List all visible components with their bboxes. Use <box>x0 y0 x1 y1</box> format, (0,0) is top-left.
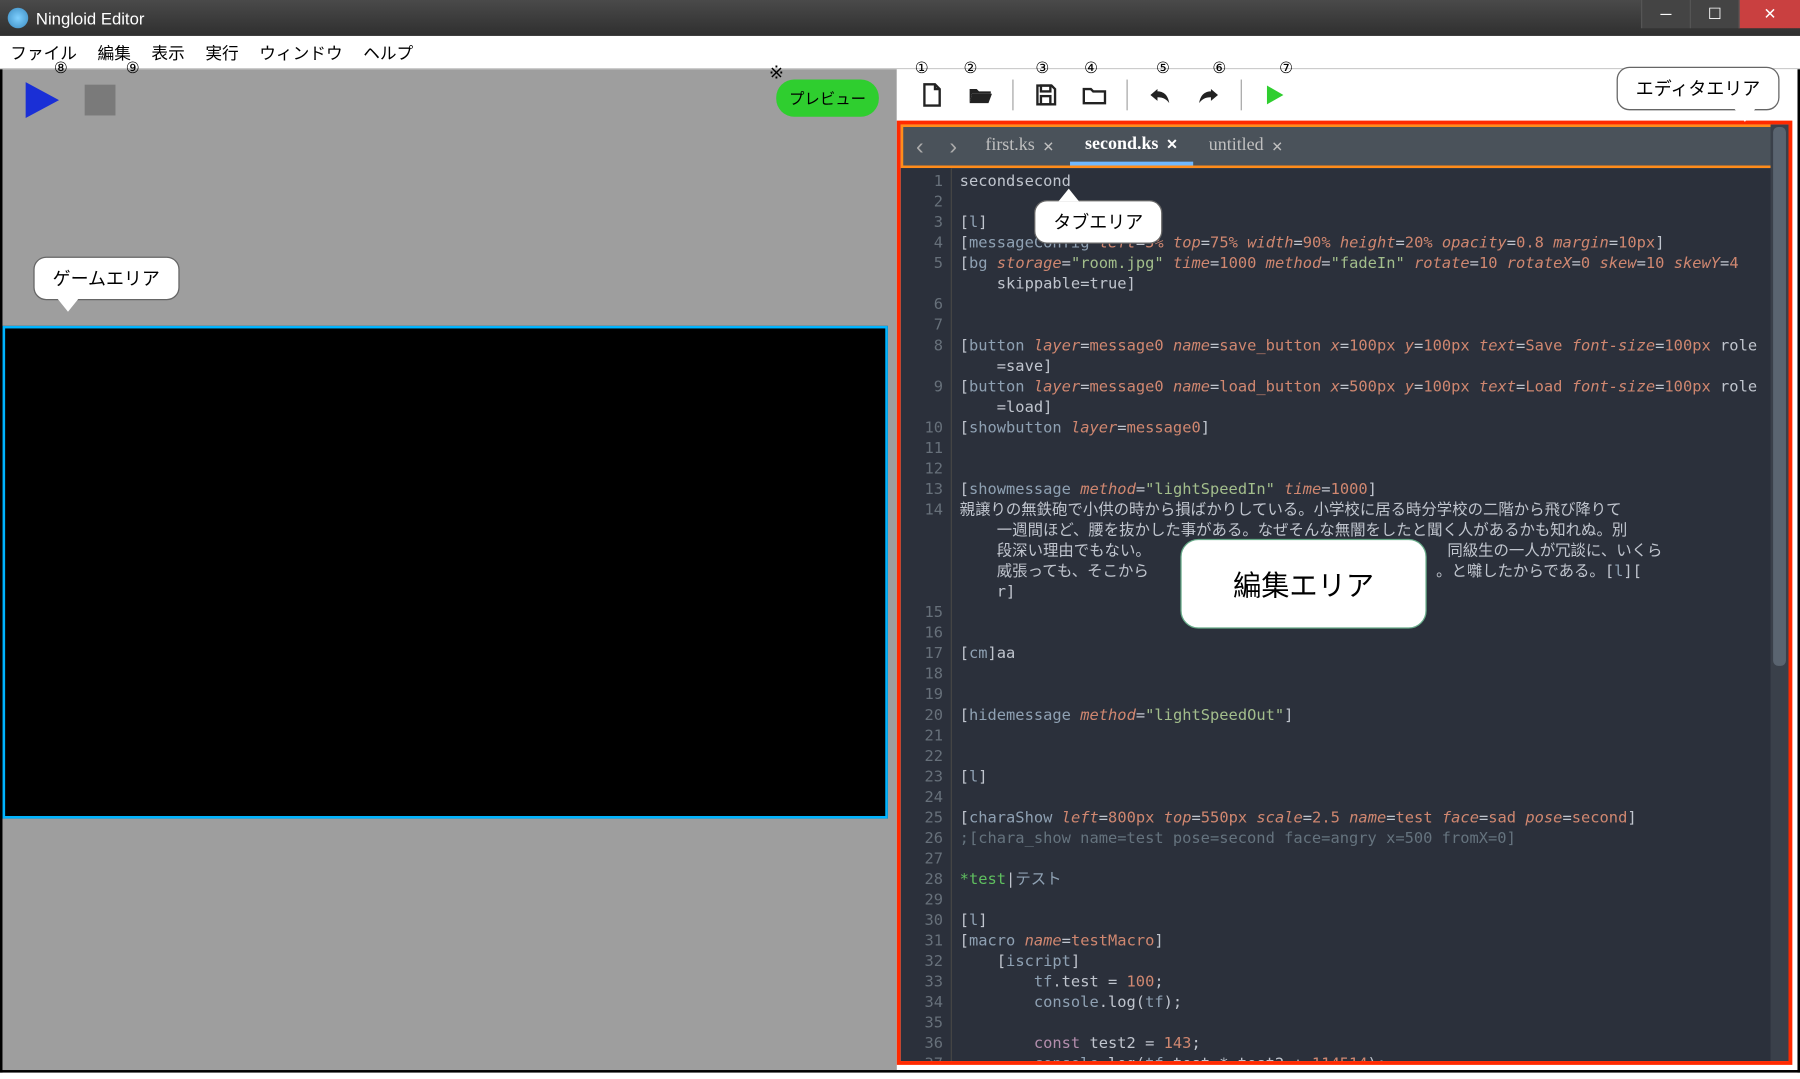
marker-1: ① <box>915 59 929 77</box>
play-button-icon[interactable] <box>26 82 59 118</box>
tab-label: first.ks <box>985 136 1034 157</box>
tab-first-ks[interactable]: first.ks ✕ <box>970 127 1070 165</box>
window-maximize-button[interactable]: ☐ <box>1690 0 1739 28</box>
tab-scroll-right-icon[interactable]: › <box>937 127 970 165</box>
vertical-scrollbar[interactable] <box>1771 168 1789 1061</box>
marker-9: ⑨ <box>126 59 140 77</box>
app-logo-icon <box>8 8 29 29</box>
marker-2: ② <box>964 59 978 77</box>
marker-7: ⑦ <box>1279 59 1293 77</box>
tab-label: untitled <box>1209 136 1264 157</box>
undo-icon[interactable] <box>1141 76 1179 114</box>
tab-scroll-left-icon[interactable]: ‹ <box>903 127 936 165</box>
callout-game-area: ゲームエリア <box>33 257 179 301</box>
tab-close-icon[interactable]: ✕ <box>1271 138 1283 155</box>
marker-4: ④ <box>1084 59 1098 77</box>
redo-icon[interactable] <box>1189 76 1227 114</box>
callout-edit-area: 編集エリア <box>1180 539 1426 629</box>
window-minimize-button[interactable]: ─ <box>1641 0 1690 28</box>
window-titlebar: Ningloid Editor ─ ☐ ✕ <box>0 0 1800 36</box>
menubar: ファイル 編集 表示 実行 ウィンドウ ヘルプ <box>0 36 1800 69</box>
marker-8: ⑧ <box>54 59 68 77</box>
tab-label: second.ks <box>1085 134 1158 155</box>
marker-3: ③ <box>1035 59 1049 77</box>
menu-help[interactable]: ヘルプ <box>363 40 413 64</box>
menu-run[interactable]: 実行 <box>205 40 238 64</box>
tab-untitled[interactable]: untitled ✕ <box>1193 127 1298 165</box>
line-number-gutter: 1 2 3 4 5 6 7 8 9 10 11 12 13 14 15 16 1… <box>901 168 952 1061</box>
save-icon[interactable] <box>1026 76 1064 114</box>
tab-second-ks[interactable]: second.ks ✕ <box>1070 127 1194 165</box>
folder-icon[interactable] <box>1075 76 1113 114</box>
note-mark: ※ <box>769 62 784 84</box>
preview-button[interactable]: プレビュー <box>776 80 879 117</box>
marker-6: ⑥ <box>1212 59 1226 77</box>
stop-button-icon[interactable] <box>85 85 116 116</box>
marker-5: ⑤ <box>1156 59 1170 77</box>
run-icon[interactable] <box>1255 76 1293 114</box>
new-file-icon[interactable] <box>912 76 950 114</box>
open-folder-icon[interactable] <box>961 76 999 114</box>
window-close-button[interactable]: ✕ <box>1738 0 1800 28</box>
tab-close-icon[interactable]: ✕ <box>1166 136 1178 153</box>
tab-bar: ‹ › first.ks ✕ second.ks ✕ untitled ✕ <box>901 124 1789 168</box>
callout-editor-area: エディタエリア <box>1617 67 1780 111</box>
menu-view[interactable]: 表示 <box>151 40 184 64</box>
tab-close-icon[interactable]: ✕ <box>1042 138 1054 155</box>
callout-tab-area: タブエリア <box>1034 200 1162 244</box>
menu-window[interactable]: ウィンドウ <box>259 40 342 64</box>
game-panel: ⑧ ⑨ ※ プレビュー <box>3 69 897 1070</box>
game-viewport[interactable] <box>3 326 888 819</box>
window-title: Ningloid Editor <box>36 8 144 27</box>
